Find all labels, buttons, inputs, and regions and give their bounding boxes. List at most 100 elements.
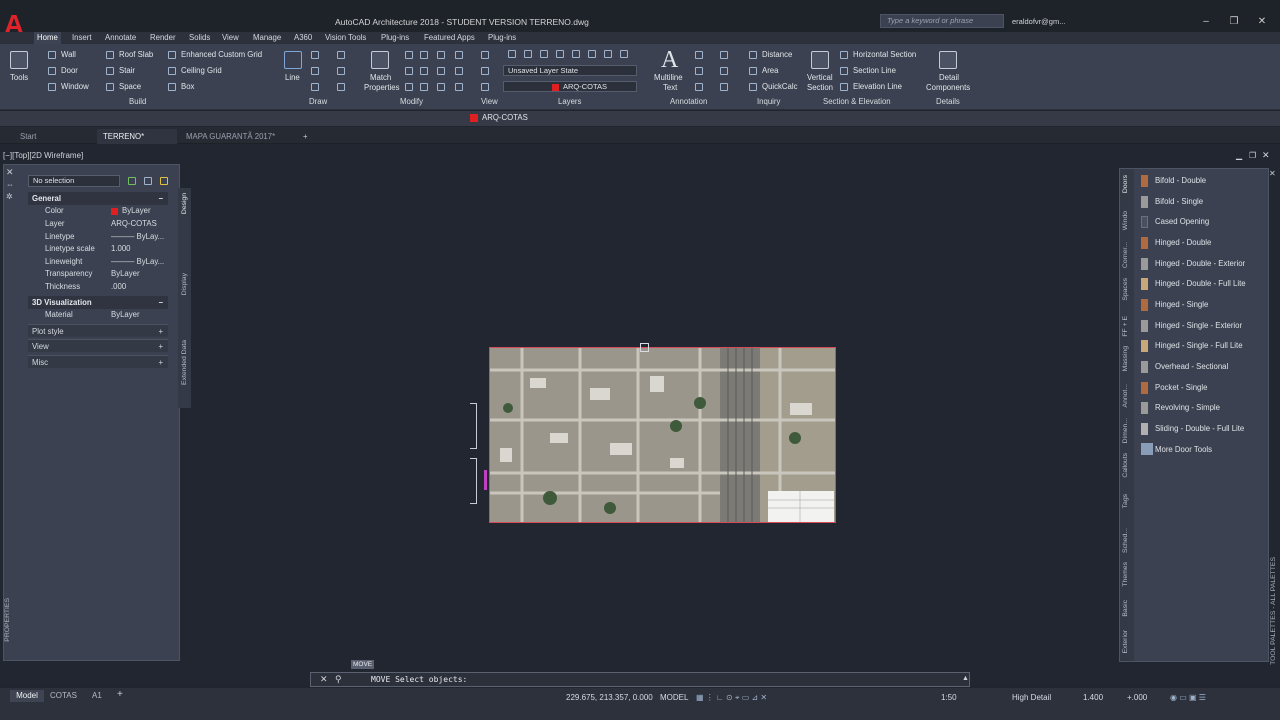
detail-components-button[interactable]: Detail (939, 73, 959, 82)
palette-item-pocket-single[interactable]: Pocket - Single (1155, 381, 1207, 395)
scale-icon[interactable] (420, 83, 428, 91)
aerial-image[interactable] (489, 347, 836, 523)
tab-plugins-2[interactable]: Plug-ins (485, 32, 519, 44)
grip-handle[interactable] (640, 343, 649, 352)
annotation-scale[interactable]: 1:50 (941, 693, 957, 702)
add-layout-button[interactable]: + (117, 689, 123, 700)
layout-tab-model[interactable]: Model (10, 690, 44, 702)
arc-icon[interactable] (337, 51, 345, 59)
tab-plugins[interactable]: Plug-ins (378, 32, 412, 44)
collapse-icon[interactable]: − (158, 192, 163, 205)
palette-item-cased-opening[interactable]: Cased Opening (1155, 215, 1209, 229)
property-row[interactable]: Color ByLayer (26, 205, 169, 217)
new-tab-button[interactable]: + (297, 129, 313, 144)
vertical-section-icon[interactable] (811, 51, 829, 69)
rectangle-icon[interactable] (311, 83, 319, 91)
viewport-close-button[interactable]: ✕ (1262, 150, 1270, 161)
vertical-section-button-line2[interactable]: Section (807, 83, 833, 92)
palette-item-revolving-simple[interactable]: Revolving - Simple (1155, 401, 1220, 415)
palette-tab-windows[interactable]: Windo (1122, 211, 1129, 230)
match-properties-icon[interactable] (371, 51, 389, 69)
annotation-tool-icon[interactable] (720, 67, 728, 75)
expand-icon[interactable]: + (158, 325, 163, 338)
layer-tool-icon[interactable] (540, 50, 548, 58)
detail-components-icon[interactable] (939, 51, 957, 69)
palette-item-hinged-single-exterior[interactable]: Hinged - Single - Exterior (1155, 319, 1242, 333)
layer-dropdown[interactable]: ARQ-COTAS (503, 81, 637, 92)
palette-tab-dimension[interactable]: Dimen... (1122, 418, 1129, 443)
3d-visualization-section-header[interactable]: 3D Visualization − (28, 296, 168, 309)
trim-icon[interactable] (437, 51, 445, 59)
palette-tab-basic[interactable]: Basic (1122, 600, 1129, 617)
multiline-text-button-line2[interactable]: Text (663, 83, 677, 92)
palette-item-hinged-double-exterior[interactable]: Hinged - Double - Exterior (1155, 257, 1245, 271)
hatch-icon[interactable] (337, 83, 345, 91)
general-section-header[interactable]: General − (28, 192, 168, 205)
property-row[interactable]: Linetype ——— ByLay... (26, 231, 169, 243)
leader-icon[interactable] (695, 67, 703, 75)
palette-item-overhead-sectional[interactable]: Overhead - Sectional (1155, 360, 1228, 374)
erase-icon[interactable] (455, 51, 463, 59)
layout-tab-cotas[interactable]: COTAS (50, 690, 77, 702)
match-properties-button[interactable]: Match (370, 73, 391, 82)
command-prompt[interactable]: MOVE Select objects: (371, 675, 467, 684)
tools-icon[interactable] (10, 51, 28, 69)
elevation-value[interactable]: +.000 (1127, 693, 1147, 702)
polyline-icon[interactable] (311, 51, 319, 59)
roof-slab-button[interactable]: Roof Slab (119, 50, 153, 59)
status-toggles[interactable]: ▦ ⋮ ∟ ⊙ ⌖ ▭ ⊿ ✕ (696, 693, 767, 703)
user-account[interactable]: eraldofvr@gm... (1012, 17, 1065, 26)
tab-vision-tools[interactable]: Vision Tools (322, 32, 369, 44)
search-input[interactable]: Type a keyword or phrase (880, 14, 1004, 28)
tab-design[interactable]: Design (181, 193, 188, 214)
tab-extended-data[interactable]: Extended Data (181, 340, 188, 385)
property-row[interactable]: Linetype scale 1.000 (26, 243, 169, 255)
multiline-text-icon[interactable]: A (661, 47, 678, 74)
property-row[interactable]: Thickness .000 (26, 281, 169, 293)
stretch-icon[interactable] (405, 83, 413, 91)
palette-item-hinged-single-full-lite[interactable]: Hinged - Single - Full Lite (1155, 339, 1243, 353)
layer-tool-icon[interactable] (572, 50, 580, 58)
model-space-toggle[interactable]: MODEL (660, 693, 688, 702)
tools-button[interactable]: Tools (10, 73, 28, 82)
vertical-section-button[interactable]: Vertical (807, 73, 833, 82)
palette-tab-annotation[interactable]: Annot... (1122, 384, 1129, 407)
plot-style-section-header[interactable]: Plot style + (28, 324, 168, 337)
tab-home[interactable]: Home (34, 32, 61, 44)
lineweight-value[interactable]: 1.400 (1083, 693, 1103, 702)
palette-tab-themes[interactable]: Themes (1122, 562, 1129, 587)
tab-display[interactable]: Display (181, 273, 188, 295)
palette-tab-callouts[interactable]: Callouts (1122, 453, 1129, 478)
tab-manage[interactable]: Manage (250, 32, 284, 44)
palette-item-more-door-tools[interactable]: More Door Tools (1155, 443, 1212, 457)
palette-item-bifold-single[interactable]: Bifold - Single (1155, 195, 1203, 209)
ceiling-grid-button[interactable]: Ceiling Grid (181, 66, 222, 75)
line-icon[interactable] (284, 51, 302, 69)
tab-featured-apps[interactable]: Featured Apps (421, 32, 478, 44)
palette-item-hinged-double[interactable]: Hinged - Double (1155, 236, 1211, 250)
palette-item-hinged-single[interactable]: Hinged - Single (1155, 298, 1208, 312)
tab-render[interactable]: Render (147, 32, 179, 44)
mirror-icon[interactable] (420, 67, 428, 75)
palette-tab-doors[interactable]: Doors (1122, 175, 1129, 193)
layer-tool-icon[interactable] (604, 50, 612, 58)
dimension-icon[interactable] (695, 51, 703, 59)
circle-icon[interactable] (311, 67, 319, 75)
copy-icon[interactable] (405, 67, 413, 75)
detail-level[interactable]: High Detail (1012, 693, 1051, 702)
tab-solids[interactable]: Solids (186, 32, 213, 44)
section-line-button[interactable]: Section Line (853, 66, 896, 75)
elevation-line-button[interactable]: Elevation Line (853, 82, 902, 91)
multiline-text-button[interactable]: Multiline (654, 73, 683, 82)
move-icon[interactable] (405, 51, 413, 59)
quick-select-icon[interactable] (128, 177, 136, 185)
expand-icon[interactable]: + (158, 340, 163, 353)
property-row[interactable]: Layer ARQ-COTAS (26, 218, 169, 230)
table-icon[interactable] (695, 83, 703, 91)
collapse-icon[interactable]: − (158, 296, 163, 309)
tab-terreno[interactable]: TERRENO* (97, 129, 177, 144)
viewport-minimize-button[interactable]: ▁ (1236, 151, 1242, 160)
detail-components-button-line2[interactable]: Components (926, 83, 970, 92)
layer-tool-icon[interactable] (620, 50, 628, 58)
palette-item-hinged-double-full-lite[interactable]: Hinged - Double - Full Lite (1155, 277, 1246, 291)
